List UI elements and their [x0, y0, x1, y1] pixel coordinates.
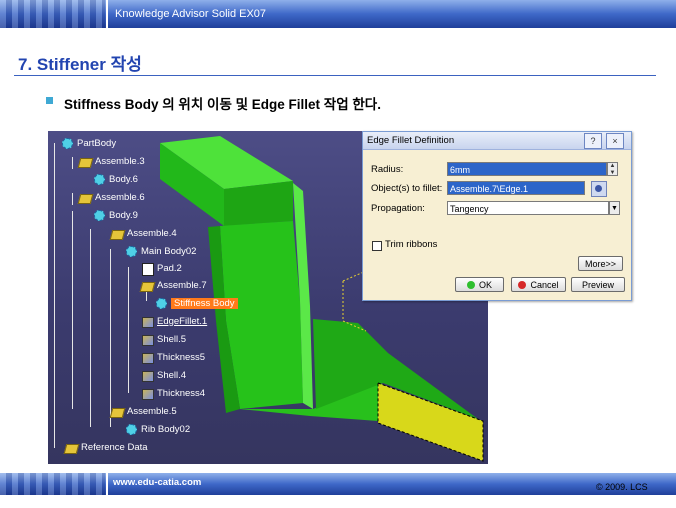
ok-button[interactable]: OK — [455, 277, 504, 292]
tree-line — [54, 143, 55, 448]
footer-copyright: © 2009. LCS — [596, 482, 648, 492]
radius-input[interactable]: 6mm — [447, 162, 607, 176]
tree-line — [72, 193, 73, 205]
body-gear-icon — [124, 423, 138, 436]
propagation-label: Propagation: — [371, 203, 425, 214]
tree-item-pad-2[interactable]: Pad.2 — [140, 261, 182, 276]
tree-item-assemble-7[interactable]: Assemble.7 — [140, 278, 207, 292]
thickness-icon — [140, 351, 154, 364]
tree-item-label-selected: Stiffness Body — [171, 297, 238, 309]
cancel-icon — [518, 281, 527, 289]
tree-line — [72, 157, 73, 169]
tree-line — [72, 211, 73, 409]
tree-item-assemble-4[interactable]: Assemble.4 — [110, 226, 177, 240]
tree-item-assemble-5[interactable]: Assemble.5 — [110, 404, 177, 418]
dialog-titlebar[interactable]: Edge Fillet Definition ? × — [363, 132, 631, 150]
help-button[interactable]: ? — [584, 133, 602, 149]
bullet-square-icon — [46, 97, 53, 104]
tree-item-label: Reference Data — [81, 441, 148, 453]
propagation-select[interactable]: Tangency — [447, 201, 609, 215]
more-button[interactable]: More>> — [578, 256, 623, 271]
tree-item-label: Thickness4 — [157, 387, 206, 399]
tree-item-body-9[interactable]: Body.9 — [92, 208, 138, 222]
tree-item-partbody[interactable]: PartBody — [60, 136, 116, 150]
tree-item-rib-body02[interactable]: Rib Body02 — [124, 422, 190, 436]
tree-item-reference-data[interactable]: Reference Data — [64, 440, 148, 454]
assemble-icon — [140, 279, 154, 292]
tree-item-thickness5[interactable]: Thickness5 — [140, 350, 205, 364]
tree-item-main-body02[interactable]: Main Body02 — [124, 244, 196, 258]
header-pattern — [0, 0, 105, 28]
header-band: Knowledge Advisor Solid EX07 — [0, 0, 676, 28]
object-selector-icon[interactable] — [591, 181, 607, 197]
radius-label: Radius: — [371, 164, 404, 175]
footer-band: www.edu-catia.com — [0, 473, 676, 495]
assemble-icon — [78, 155, 92, 168]
reference-icon — [64, 441, 78, 454]
tree-item-edgefillet-1[interactable]: EdgeFillet.1 — [140, 314, 207, 328]
assemble-icon — [110, 227, 124, 240]
tree-item-label: PartBody — [77, 137, 117, 149]
assemble-icon — [78, 191, 92, 204]
shell-icon — [140, 369, 154, 382]
tree-line — [90, 229, 91, 427]
tree-item-label: EdgeFillet.1 — [157, 315, 208, 327]
tree-item-assemble-6[interactable]: Assemble.6 — [78, 190, 145, 204]
tree-item-label: Assemble.7 — [157, 279, 207, 291]
tree-item-body-6[interactable]: Body.6 — [92, 172, 138, 186]
tree-item-label: Shell.5 — [157, 333, 187, 345]
close-button[interactable]: × — [606, 133, 624, 149]
tree-item-label: Assemble.4 — [127, 227, 177, 239]
tree-item-label: Assemble.5 — [127, 405, 177, 417]
header-title: Knowledge Advisor Solid EX07 — [115, 8, 267, 20]
cancel-label: Cancel — [530, 280, 559, 290]
ok-label: OK — [478, 280, 492, 290]
dialog-title: Edge Fillet Definition — [367, 135, 455, 146]
trim-ribbons-label: Trim ribbons — [385, 239, 438, 250]
radius-spinner[interactable]: ▲ ▼ — [607, 162, 618, 176]
tree-item-assemble-3[interactable]: Assemble.3 — [78, 154, 145, 168]
footer-pattern — [0, 473, 105, 495]
assemble-icon — [110, 405, 124, 418]
pad-icon — [140, 262, 154, 276]
edge-fillet-icon — [140, 315, 154, 328]
tree-item-shell-5[interactable]: Shell.5 — [140, 332, 186, 346]
thickness-icon — [140, 387, 154, 400]
tree-line — [128, 267, 129, 393]
body-gear-icon — [154, 297, 168, 310]
body-gear-icon — [92, 209, 106, 222]
tree-item-label: Shell.4 — [157, 369, 187, 381]
footer-url[interactable]: www.edu-catia.com — [113, 477, 201, 488]
objects-input[interactable]: Assemble.7\Edge.1 — [447, 181, 585, 195]
body-gear-icon — [60, 137, 74, 150]
footer-divider — [106, 473, 108, 495]
tree-item-thickness4[interactable]: Thickness4 — [140, 386, 205, 400]
tree-item-label: Rib Body02 — [141, 423, 191, 435]
edge-fillet-dialog: Edge Fillet Definition ? × Radius: 6mm ▲… — [362, 131, 632, 301]
trim-ribbons-checkbox[interactable] — [372, 241, 382, 251]
slide-title: 7. Stiffener 작성 — [18, 55, 142, 74]
tree-item-label: Main Body02 — [141, 245, 197, 257]
tree-item-stiffness-body[interactable]: Stiffness Body — [154, 296, 238, 310]
tree-line — [110, 249, 111, 427]
body-gear-icon — [124, 245, 138, 258]
chevron-down-icon[interactable]: ▼ — [609, 201, 620, 215]
ok-icon — [466, 281, 475, 289]
cancel-button[interactable]: Cancel — [511, 277, 566, 292]
shell-icon — [140, 333, 154, 346]
tree-item-label: Thickness5 — [157, 351, 206, 363]
header-divider — [106, 0, 108, 28]
tree-item-label: Body.6 — [109, 173, 138, 185]
body-gear-icon — [92, 173, 106, 186]
objects-label: Object(s) to fillet: — [371, 183, 443, 194]
tree-item-label: Body.9 — [109, 209, 138, 221]
title-rule — [14, 75, 656, 76]
tree-item-label: Assemble.6 — [95, 191, 145, 203]
tree-item-shell-4[interactable]: Shell.4 — [140, 368, 186, 382]
tree-item-label: Pad.2 — [157, 262, 182, 274]
bullet-text: Stiffness Body 의 위치 이동 및 Edge Fillet 작업 … — [64, 97, 381, 112]
tree-item-label: Assemble.3 — [95, 155, 145, 167]
preview-button[interactable]: Preview — [571, 277, 625, 292]
